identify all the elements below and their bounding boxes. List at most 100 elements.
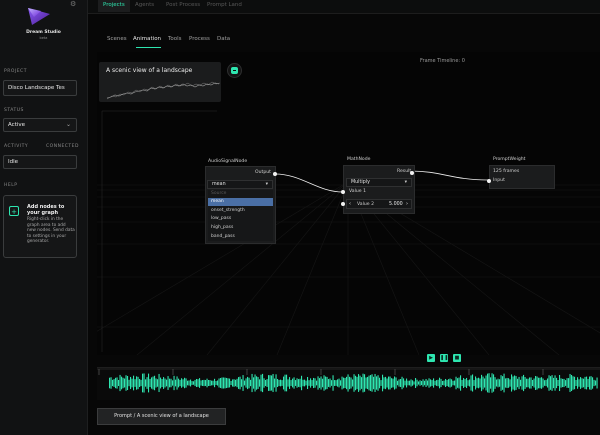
waveform-bar	[161, 378, 163, 388]
nav-projects[interactable]: Projects	[98, 0, 130, 12]
arrow-right-icon[interactable]: ›	[406, 201, 408, 207]
menu-option[interactable]: onset_strength	[208, 207, 273, 215]
waveform-bar	[577, 377, 579, 389]
waveform-bar	[535, 376, 537, 390]
math-value2-stepper[interactable]: ‹ Value 2 5.000 ›	[346, 199, 412, 209]
waveform-bar	[340, 380, 342, 386]
pause-button[interactable]: ❚❚	[440, 354, 448, 362]
waveform-bar	[541, 377, 543, 389]
waveform-bar	[445, 378, 447, 388]
waveform-bar	[382, 374, 384, 392]
waveform-bar	[529, 377, 531, 389]
nav-post-process[interactable]: Post Process	[166, 0, 200, 12]
play-button[interactable]: ▶	[427, 354, 435, 362]
waveform-bar	[359, 375, 361, 391]
waveform-bar	[439, 377, 441, 389]
prompt-weight-input-port[interactable]	[487, 179, 491, 183]
tab-animation[interactable]: Animation	[133, 36, 161, 42]
waveform-bar	[119, 374, 121, 392]
waveform-bar	[556, 377, 558, 389]
audio-timeline[interactable]	[97, 367, 600, 400]
math-operation-select[interactable]: Multiply ▾	[346, 178, 412, 187]
waveform-bar	[202, 380, 204, 386]
menu-option[interactable]: band_pass	[208, 233, 273, 241]
waveform-bar	[311, 380, 313, 386]
prompt-preview-card[interactable]: A scenic view of a landscape	[99, 62, 221, 102]
menu-option[interactable]: high_pass	[208, 224, 273, 232]
timeline-prompt-segment[interactable]: Prompt / A scenic view of a landscape	[97, 408, 226, 425]
waveform-bar	[487, 373, 489, 393]
math-value2-port[interactable]	[341, 202, 345, 206]
waveform-bar	[256, 376, 258, 390]
nav-prompt-land[interactable]: Prompt Land	[207, 0, 242, 12]
waveform-bar	[544, 380, 546, 386]
waveform-bar	[464, 379, 466, 387]
tab-tools[interactable]: Tools	[168, 36, 182, 42]
waveform-bar	[133, 375, 135, 391]
stop-button[interactable]: ■	[453, 354, 461, 362]
status-select[interactable]: Active ⌄	[3, 118, 77, 132]
waveform-bar	[422, 379, 424, 387]
waveform-bar	[188, 380, 190, 386]
waveform-bar	[434, 380, 436, 386]
waveform-bar	[506, 377, 508, 389]
menu-option[interactable]: Source	[208, 190, 273, 198]
waveform-bar	[298, 379, 300, 387]
tab-data[interactable]: Data	[217, 36, 230, 42]
waveform-bar	[281, 380, 283, 386]
menu-option-selected[interactable]: mean	[208, 198, 273, 206]
waveform-bar	[472, 374, 474, 392]
arrow-left-icon[interactable]: ‹	[349, 201, 351, 207]
project-field[interactable]: Disco Landscape Tes	[3, 80, 77, 96]
waveform-bar	[364, 374, 366, 392]
waveform-bar	[421, 380, 423, 386]
waveform-bar	[379, 377, 381, 389]
waveform-bar	[425, 378, 427, 388]
waveform-bar	[343, 377, 345, 389]
waveform-bar	[319, 378, 321, 388]
waveform-bar	[172, 380, 174, 386]
waveform-bar	[262, 373, 264, 393]
math-value1-port[interactable]	[341, 190, 345, 194]
waveform-bar	[209, 380, 211, 386]
audio-output-port[interactable]	[273, 172, 277, 176]
waveform-bar	[211, 380, 213, 386]
waveform-bar	[344, 377, 346, 389]
waveform-bar	[511, 374, 513, 392]
waveform-bar	[505, 378, 507, 388]
waveform-bar	[524, 377, 526, 389]
waveform-bar	[515, 376, 517, 390]
waveform-bar	[178, 378, 180, 388]
menu-option[interactable]: low_pass	[208, 215, 273, 223]
waveform-bar	[317, 376, 319, 390]
waveform-bar	[596, 377, 598, 389]
waveform-bar	[335, 380, 337, 386]
waveform-bar	[301, 375, 303, 391]
waveform-bar	[214, 378, 216, 388]
waveform-bar	[406, 378, 408, 388]
waveform-bar	[323, 375, 325, 391]
waveform-bar	[521, 376, 523, 390]
waveform-bar	[548, 375, 550, 391]
gear-icon[interactable]: ⚙	[70, 0, 76, 8]
waveform-bar	[352, 379, 354, 387]
waveform-bar	[410, 379, 412, 387]
tab-scenes[interactable]: Scenes	[107, 36, 127, 42]
waveform-bar	[169, 378, 171, 388]
waveform-bar	[236, 378, 238, 388]
waveform-bar	[290, 380, 292, 386]
math-result-port[interactable]	[410, 171, 414, 175]
tab-process[interactable]: Process	[189, 36, 210, 42]
waveform-bar	[304, 379, 306, 387]
brand-subtitle: beta	[39, 36, 48, 40]
waveform-bar	[514, 375, 516, 391]
waveform-bar	[244, 380, 246, 386]
math-value2-number[interactable]: 5.000	[389, 202, 403, 207]
nav-agents[interactable]: Agents	[135, 0, 154, 12]
waveform-bar	[503, 373, 505, 393]
audio-mode-select[interactable]: mean ▾	[207, 180, 273, 189]
waveform-bar	[226, 377, 228, 389]
waveform-bar	[242, 375, 244, 391]
prompt-toggle-button[interactable]	[227, 63, 242, 78]
activity-label: ACTIVITY	[4, 144, 29, 149]
